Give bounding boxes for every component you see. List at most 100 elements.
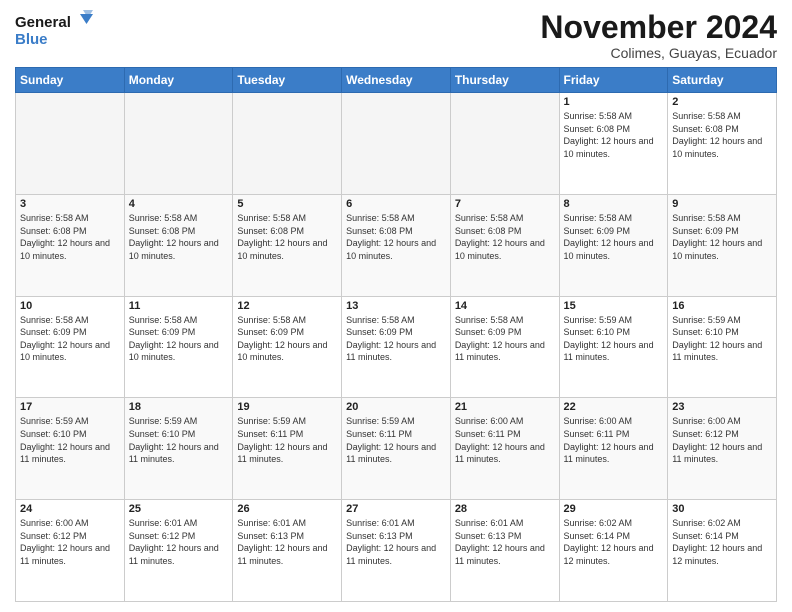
day-info: Sunrise: 5:58 AM Sunset: 6:08 PM Dayligh…	[455, 212, 555, 262]
col-friday: Friday	[559, 68, 668, 93]
day-number: 12	[237, 300, 337, 312]
day-info: Sunrise: 6:02 AM Sunset: 6:14 PM Dayligh…	[564, 517, 664, 567]
calendar-cell	[16, 93, 125, 195]
day-number: 26	[237, 503, 337, 515]
week-row-1: 3 Sunrise: 5:58 AM Sunset: 6:08 PM Daylig…	[16, 194, 777, 296]
day-number: 8	[564, 198, 664, 210]
calendar-cell	[124, 93, 233, 195]
day-number: 10	[20, 300, 120, 312]
calendar-cell: 27Sunrise: 6:01 AM Sunset: 6:13 PM Dayli…	[342, 500, 451, 602]
day-number: 14	[455, 300, 555, 312]
calendar-cell: 4Sunrise: 5:58 AM Sunset: 6:08 PM Daylig…	[124, 194, 233, 296]
page: General Blue November 2024 Colimes, Guay…	[0, 0, 792, 612]
calendar-cell: 3 Sunrise: 5:58 AM Sunset: 6:08 PM Daylig…	[16, 194, 125, 296]
day-info: Sunrise: 5:58 AM Sunset: 6:09 PM Dayligh…	[455, 314, 555, 364]
calendar-cell: 29 Sunrise: 6:02 AM Sunset: 6:14 PM Dayli…	[559, 500, 668, 602]
calendar-cell: 9 Sunrise: 5:58 AM Sunset: 6:09 PM Daylig…	[668, 194, 777, 296]
day-info: Sunrise: 5:59 AM Sunset: 6:11 PM Dayligh…	[346, 415, 446, 465]
logo: General Blue	[15, 10, 95, 50]
calendar-cell	[342, 93, 451, 195]
day-info: Sunrise: 6:01 AM Sunset: 6:13 PM Dayligh…	[346, 517, 446, 567]
day-info: Sunrise: 5:58 AM Sunset: 6:08 PM Dayligh…	[129, 212, 229, 262]
col-thursday: Thursday	[450, 68, 559, 93]
calendar-cell: 22 Sunrise: 6:00 AM Sunset: 6:11 PM Dayli…	[559, 398, 668, 500]
day-info: Sunrise: 6:00 AM Sunset: 6:12 PM Dayligh…	[672, 415, 772, 465]
col-saturday: Saturday	[668, 68, 777, 93]
day-info: Sunrise: 5:58 AM Sunset: 6:09 PM Dayligh…	[346, 314, 446, 364]
day-number: 9	[672, 198, 772, 210]
day-info: Sunrise: 5:59 AM Sunset: 6:11 PM Dayligh…	[237, 415, 337, 465]
day-info: Sunrise: 5:59 AM Sunset: 6:10 PM Dayligh…	[564, 314, 664, 364]
col-tuesday: Tuesday	[233, 68, 342, 93]
day-number: 30	[672, 503, 772, 515]
week-row-2: 10 Sunrise: 5:58 AM Sunset: 6:09 PM Dayli…	[16, 296, 777, 398]
calendar-cell	[233, 93, 342, 195]
calendar-cell: 19 Sunrise: 5:59 AM Sunset: 6:11 PM Dayli…	[233, 398, 342, 500]
day-number: 28	[455, 503, 555, 515]
day-info: Sunrise: 6:00 AM Sunset: 6:11 PM Dayligh…	[564, 415, 664, 465]
calendar-cell: 16 Sunrise: 5:59 AM Sunset: 6:10 PM Dayli…	[668, 296, 777, 398]
day-info: Sunrise: 6:01 AM Sunset: 6:13 PM Dayligh…	[455, 517, 555, 567]
day-info: Sunrise: 5:58 AM Sunset: 6:09 PM Dayligh…	[20, 314, 120, 364]
calendar-cell: 30Sunrise: 6:02 AM Sunset: 6:14 PM Dayli…	[668, 500, 777, 602]
day-number: 24	[20, 503, 120, 515]
calendar-cell: 18Sunrise: 5:59 AM Sunset: 6:10 PM Dayli…	[124, 398, 233, 500]
day-info: Sunrise: 5:58 AM Sunset: 6:08 PM Dayligh…	[237, 212, 337, 262]
day-info: Sunrise: 6:01 AM Sunset: 6:12 PM Dayligh…	[129, 517, 229, 567]
day-number: 16	[672, 300, 772, 312]
calendar-cell: 25Sunrise: 6:01 AM Sunset: 6:12 PM Dayli…	[124, 500, 233, 602]
week-row-3: 17Sunrise: 5:59 AM Sunset: 6:10 PM Dayli…	[16, 398, 777, 500]
day-info: Sunrise: 5:58 AM Sunset: 6:08 PM Dayligh…	[564, 110, 664, 160]
header: General Blue November 2024 Colimes, Guay…	[15, 10, 777, 61]
day-number: 2	[672, 96, 772, 108]
day-info: Sunrise: 5:58 AM Sunset: 6:09 PM Dayligh…	[237, 314, 337, 364]
calendar-cell	[450, 93, 559, 195]
calendar-cell: 15Sunrise: 5:59 AM Sunset: 6:10 PM Dayli…	[559, 296, 668, 398]
day-number: 13	[346, 300, 446, 312]
calendar-cell: 17Sunrise: 5:59 AM Sunset: 6:10 PM Dayli…	[16, 398, 125, 500]
day-info: Sunrise: 5:58 AM Sunset: 6:09 PM Dayligh…	[129, 314, 229, 364]
day-info: Sunrise: 5:59 AM Sunset: 6:10 PM Dayligh…	[129, 415, 229, 465]
week-row-0: 1Sunrise: 5:58 AM Sunset: 6:08 PM Daylig…	[16, 93, 777, 195]
calendar-cell: 21 Sunrise: 6:00 AM Sunset: 6:11 PM Dayli…	[450, 398, 559, 500]
day-info: Sunrise: 6:00 AM Sunset: 6:11 PM Dayligh…	[455, 415, 555, 465]
day-number: 29	[564, 503, 664, 515]
calendar-cell: 10 Sunrise: 5:58 AM Sunset: 6:09 PM Dayli…	[16, 296, 125, 398]
day-info: Sunrise: 5:59 AM Sunset: 6:10 PM Dayligh…	[672, 314, 772, 364]
calendar-cell: 2 Sunrise: 5:58 AM Sunset: 6:08 PM Daylig…	[668, 93, 777, 195]
month-title: November 2024	[540, 10, 777, 45]
day-number: 22	[564, 401, 664, 413]
svg-text:Blue: Blue	[15, 31, 48, 48]
logo-svg: General Blue	[15, 10, 95, 50]
calendar-cell: 7Sunrise: 5:58 AM Sunset: 6:08 PM Daylig…	[450, 194, 559, 296]
calendar-cell: 28 Sunrise: 6:01 AM Sunset: 6:13 PM Dayli…	[450, 500, 559, 602]
col-wednesday: Wednesday	[342, 68, 451, 93]
day-number: 21	[455, 401, 555, 413]
calendar-cell: 26 Sunrise: 6:01 AM Sunset: 6:13 PM Dayli…	[233, 500, 342, 602]
day-number: 11	[129, 300, 229, 312]
calendar-cell: 1Sunrise: 5:58 AM Sunset: 6:08 PM Daylig…	[559, 93, 668, 195]
day-info: Sunrise: 6:01 AM Sunset: 6:13 PM Dayligh…	[237, 517, 337, 567]
subtitle: Colimes, Guayas, Ecuador	[540, 45, 777, 61]
calendar-cell: 23 Sunrise: 6:00 AM Sunset: 6:12 PM Dayli…	[668, 398, 777, 500]
calendar-cell: 6Sunrise: 5:58 AM Sunset: 6:08 PM Daylig…	[342, 194, 451, 296]
day-number: 5	[237, 198, 337, 210]
calendar-table: Sunday Monday Tuesday Wednesday Thursday…	[15, 67, 777, 602]
header-row: Sunday Monday Tuesday Wednesday Thursday…	[16, 68, 777, 93]
day-info: Sunrise: 5:59 AM Sunset: 6:10 PM Dayligh…	[20, 415, 120, 465]
day-number: 6	[346, 198, 446, 210]
day-number: 23	[672, 401, 772, 413]
calendar-cell: 8Sunrise: 5:58 AM Sunset: 6:09 PM Daylig…	[559, 194, 668, 296]
calendar-cell: 12 Sunrise: 5:58 AM Sunset: 6:09 PM Dayli…	[233, 296, 342, 398]
col-monday: Monday	[124, 68, 233, 93]
day-number: 19	[237, 401, 337, 413]
day-info: Sunrise: 5:58 AM Sunset: 6:09 PM Dayligh…	[672, 212, 772, 262]
week-row-4: 24 Sunrise: 6:00 AM Sunset: 6:12 PM Dayli…	[16, 500, 777, 602]
day-info: Sunrise: 6:00 AM Sunset: 6:12 PM Dayligh…	[20, 517, 120, 567]
calendar-cell: 13 Sunrise: 5:58 AM Sunset: 6:09 PM Dayli…	[342, 296, 451, 398]
day-number: 3	[20, 198, 120, 210]
calendar-cell: 11 Sunrise: 5:58 AM Sunset: 6:09 PM Dayli…	[124, 296, 233, 398]
day-info: Sunrise: 5:58 AM Sunset: 6:08 PM Dayligh…	[20, 212, 120, 262]
calendar-cell: 24 Sunrise: 6:00 AM Sunset: 6:12 PM Dayli…	[16, 500, 125, 602]
day-info: Sunrise: 5:58 AM Sunset: 6:08 PM Dayligh…	[672, 110, 772, 160]
